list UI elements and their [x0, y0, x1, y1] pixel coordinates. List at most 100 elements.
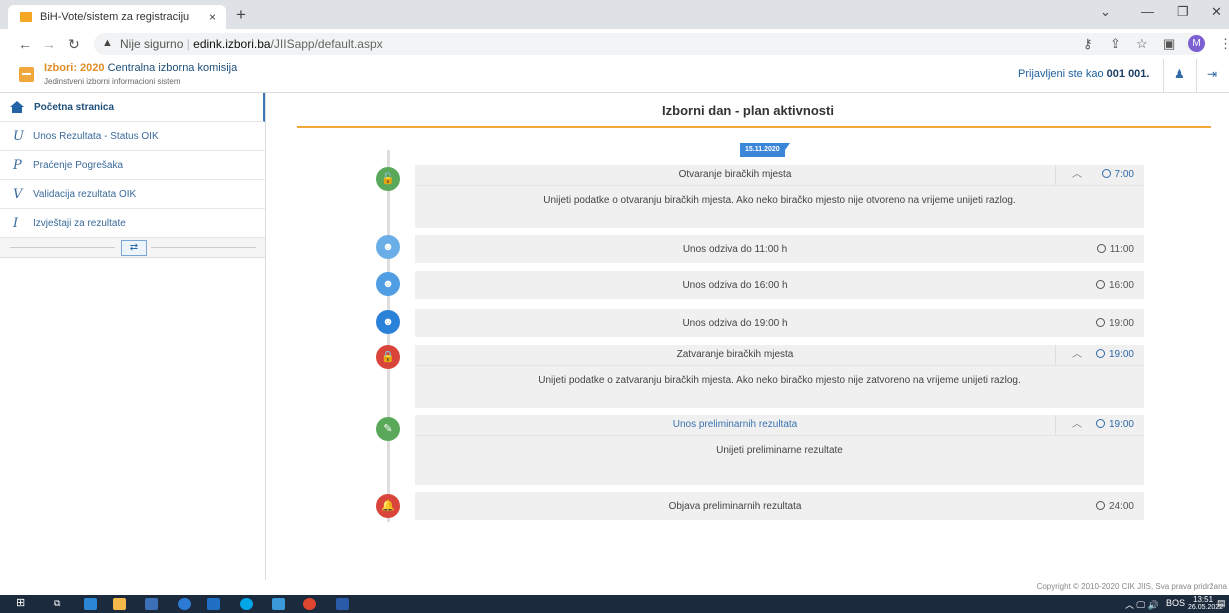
event-title: Unos odziva do 11:00 h — [682, 244, 788, 255]
back-icon[interactable]: ← — [18, 36, 32, 52]
system-tray-icons[interactable]: ︿ 🖵 🔊 — [1125, 598, 1159, 611]
sidebar-item-results-entry[interactable]: U Unos Rezultata - Status OIK — [0, 122, 265, 151]
sidebar-toggle-row: ⇄ — [0, 238, 265, 258]
sidebar-item-home[interactable]: Početna stranica — [0, 93, 265, 122]
event-card-closing: Zatvaranje biračkih mjesta ︿ 19:00 Unije… — [415, 345, 1144, 408]
windows-start-icon[interactable]: ⊞ — [16, 596, 25, 609]
chrome-icon[interactable] — [303, 598, 316, 610]
favicon-icon — [20, 12, 32, 22]
bell-icon: 🔔 — [376, 494, 400, 518]
page-title: Izborni dan - plan aktivnosti — [662, 103, 834, 118]
letter-p-icon: P — [13, 157, 22, 173]
logged-in-user: 001 001. — [1106, 68, 1150, 80]
security-label: Nije sigurno — [120, 37, 184, 51]
brand-year: Izbori: 2020 — [44, 62, 105, 74]
tab-search-chevron-icon[interactable]: ⌄ — [1100, 4, 1111, 20]
restore-icon[interactable]: ❐ — [1177, 4, 1189, 20]
brand-title: Izbori: 2020 Centralna izborna komisija — [44, 62, 237, 74]
sidebar-collapse-button[interactable]: ⇄ — [121, 240, 147, 256]
forward-icon[interactable]: → — [42, 36, 56, 52]
event-time: 19:00 — [1095, 419, 1134, 430]
word-icon[interactable] — [336, 598, 349, 610]
users-icon: ☻ — [376, 272, 400, 296]
edge-icon[interactable] — [84, 598, 97, 610]
brand-name: Centralna izborna komisija — [107, 62, 238, 74]
event-card-turnout-16: Unos odziva do 16:00 h 16:00 — [415, 271, 1144, 299]
sidebar-item-validation[interactable]: V Validacija rezultata OIK — [0, 180, 265, 209]
language-indicator[interactable]: BOS — [1166, 598, 1185, 608]
star-icon[interactable]: ☆ — [1136, 36, 1148, 52]
store-icon[interactable] — [145, 598, 158, 610]
event-card-preliminary-publish: Objava preliminarnih rezultata 24:00 — [415, 492, 1144, 520]
lock-icon: 🔒 — [376, 345, 400, 369]
letter-i-icon: I — [13, 215, 19, 231]
minimize-icon[interactable]: — — [1141, 4, 1154, 19]
date-badge: 15.11.2020 — [740, 143, 790, 157]
task-view-icon[interactable]: ⧉ — [54, 598, 60, 609]
address-bar-row: ← → ↻ ▲ Nije sigurno | edink.izbori.ba/J… — [0, 29, 1229, 60]
profile-avatar[interactable]: M — [1188, 35, 1205, 52]
event-time: 19:00 — [1095, 349, 1134, 360]
url-domain: edink.izbori.ba — [193, 37, 271, 51]
event-time: 11:00 — [1096, 244, 1134, 255]
reload-icon[interactable]: ↻ — [68, 36, 80, 53]
chevron-up-icon[interactable]: ︿ — [1055, 165, 1098, 185]
sidebar-item-label: Izvještaji za rezultate — [33, 217, 126, 229]
sidebar-item-label: Validacija rezultata OIK — [33, 188, 137, 200]
logout-icon[interactable]: ⇥ — [1207, 67, 1217, 81]
tab-title: BiH-Vote/sistem za registraciju — [40, 11, 190, 23]
title-divider — [297, 126, 1211, 128]
share-icon[interactable]: ⇪ — [1110, 36, 1121, 52]
event-card-turnout-19: Unos odziva do 19:00 h 19:00 — [415, 309, 1144, 337]
event-time: 16:00 — [1095, 280, 1134, 291]
event-title: Objava preliminarnih rezultata — [668, 501, 802, 512]
sidepanel-icon[interactable]: ▣ — [1163, 36, 1175, 52]
unlock-icon: 🔓 — [376, 167, 400, 191]
sidebar-item-error-tracking[interactable]: P Praćenje Pogrešaka — [0, 151, 265, 180]
brand-subtitle: Jedinstveni izborni informacioni sistem — [44, 77, 181, 86]
sidebar: Početna stranica U Unos Rezultata - Stat… — [0, 93, 266, 580]
sidebar-item-reports[interactable]: I Izvještaji za rezultate — [0, 209, 265, 238]
key-icon[interactable]: ⚷ — [1083, 36, 1093, 52]
sidebar-item-label: Praćenje Pogrešaka — [33, 159, 124, 171]
users-icon: ☻ — [376, 235, 400, 259]
event-card-preliminary-entry: Unos preliminarnih rezultata ︿ 19:00 Uni… — [415, 415, 1144, 485]
clock-time[interactable]: 13:51 — [1193, 595, 1213, 604]
browser-tab-bar: BiH-Vote/sistem za registraciju × + ⌄ — … — [0, 0, 1229, 29]
file-explorer-icon[interactable] — [113, 598, 126, 610]
event-title: Unos odziva do 19:00 h — [682, 318, 788, 329]
new-tab-button[interactable]: + — [236, 5, 246, 25]
user-icon[interactable]: ♟ — [1174, 67, 1185, 81]
outlook-icon[interactable] — [207, 598, 220, 610]
skype-icon[interactable] — [240, 598, 253, 610]
app-icon[interactable] — [272, 598, 285, 610]
internet-explorer-icon[interactable] — [178, 598, 191, 610]
clock-icon — [1095, 318, 1105, 327]
event-title-link[interactable]: Unos preliminarnih rezultata — [415, 419, 1055, 430]
users-icon: ☻ — [376, 310, 400, 334]
event-title: Zatvaranje biračkih mjesta — [676, 349, 794, 360]
clock-icon — [1096, 244, 1106, 253]
sidebar-item-label: Unos Rezultata - Status OIK — [33, 130, 159, 142]
windows-taskbar: ⊞ ⧉ ︿ 🖵 🔊 BOS 13:51 26.05.2022 ▤ — [0, 595, 1229, 613]
browser-tab[interactable]: BiH-Vote/sistem za registraciju × — [8, 5, 226, 29]
clock-icon — [1101, 169, 1111, 178]
clock-icon — [1095, 419, 1105, 428]
chevron-up-icon[interactable]: ︿ — [1055, 415, 1098, 435]
sidebar-item-label: Početna stranica — [34, 101, 115, 113]
timeline-line — [387, 150, 390, 522]
clock-icon — [1095, 280, 1105, 289]
url-input[interactable]: ▲ Nije sigurno | edink.izbori.ba/JIISapp… — [94, 33, 1204, 55]
letter-v-icon: V — [13, 186, 23, 202]
event-time: 19:00 — [1095, 318, 1134, 329]
tab-close-icon[interactable]: × — [209, 10, 216, 24]
logo-icon — [19, 67, 34, 82]
event-title: Otvaranje biračkih mjesta — [678, 169, 792, 180]
notification-icon[interactable]: ▤ — [1217, 598, 1226, 609]
close-window-icon[interactable]: ✕ — [1211, 4, 1222, 20]
menu-icon[interactable]: ⋮ — [1219, 36, 1229, 52]
home-icon — [10, 101, 24, 113]
warning-icon: ▲ — [102, 37, 113, 49]
chevron-up-icon[interactable]: ︿ — [1055, 345, 1098, 365]
logged-in-text: Prijavljeni ste kao 001 001. — [1018, 68, 1150, 80]
